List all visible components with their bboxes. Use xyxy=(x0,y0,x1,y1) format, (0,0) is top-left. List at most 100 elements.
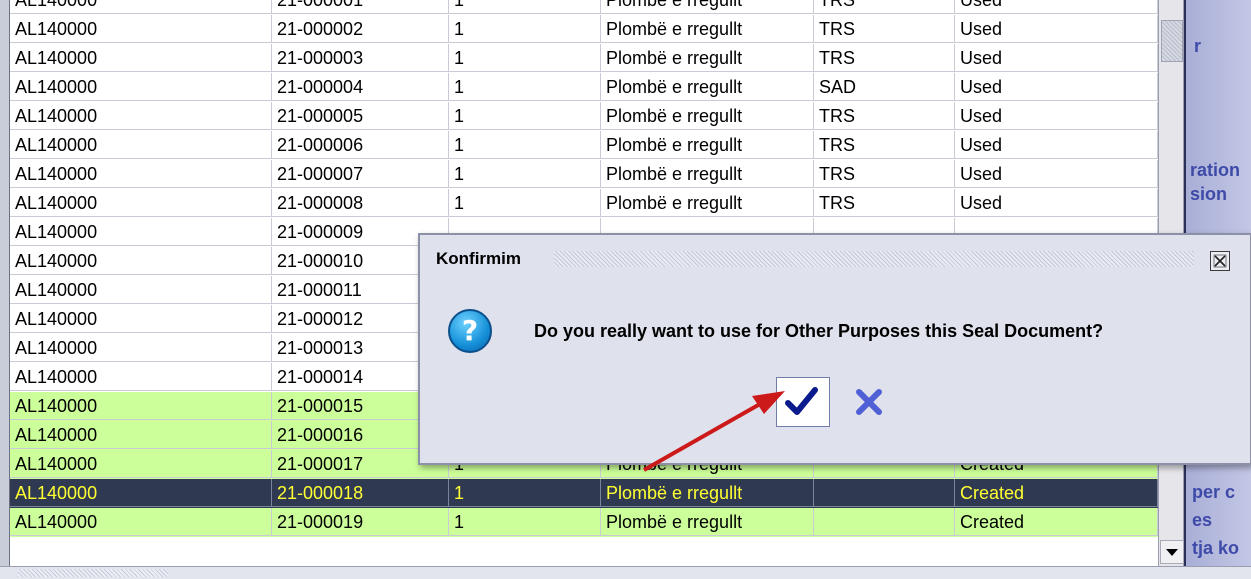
table-row[interactable]: AL140000 21-000018 1 Plombë e rregullt Creat… xyxy=(10,479,1158,508)
cancel-button[interactable] xyxy=(846,381,892,423)
table-row[interactable]: AL140000 21-000002 1 Plombë e rregullt TRS Us… xyxy=(10,15,1158,44)
question-icon: ? xyxy=(448,309,492,353)
panel-text: tja ko xyxy=(1192,538,1240,558)
table-cell: Plombë e rregullt xyxy=(601,0,814,14)
table-cell: TRS xyxy=(814,44,955,72)
table-cell: 21-000001 xyxy=(272,0,449,14)
table-cell: AL140000 xyxy=(10,305,272,333)
table-cell: 1 xyxy=(449,479,601,507)
table-cell: AL140000 xyxy=(10,15,272,43)
table-cell: 1 xyxy=(449,102,601,130)
table-cell: Plombë e rregullt xyxy=(601,479,814,507)
table-cell: TRS xyxy=(814,15,955,43)
table-cell: 21-000008 xyxy=(272,189,449,217)
scroll-down-button[interactable] xyxy=(1160,540,1184,564)
table-cell: AL140000 xyxy=(10,102,272,130)
scrollbar-thumb[interactable] xyxy=(1161,20,1183,62)
table-cell: 1 xyxy=(449,44,601,72)
table-cell xyxy=(814,479,955,507)
close-button[interactable] xyxy=(1210,251,1230,271)
table-cell: AL140000 xyxy=(10,218,272,246)
table-cell: 21-000005 xyxy=(272,102,449,130)
table-cell: 21-000007 xyxy=(272,160,449,188)
table-cell: AL140000 xyxy=(10,450,272,478)
table-cell: AL140000 xyxy=(10,0,272,14)
scrollbar-grip[interactable] xyxy=(18,569,168,577)
table-cell: AL140000 xyxy=(10,276,272,304)
table-cell: 21-000006 xyxy=(272,131,449,159)
table-cell: Used xyxy=(955,15,1158,43)
table-cell: 1 xyxy=(449,15,601,43)
table-cell: SAD xyxy=(814,73,955,101)
table-cell: TRS xyxy=(814,189,955,217)
dialog-title: Konfirmim xyxy=(436,239,531,279)
table-cell: 1 xyxy=(449,508,601,536)
table-cell: AL140000 xyxy=(10,421,272,449)
panel-text: sion xyxy=(1190,184,1228,204)
table-cell: 21-000018 xyxy=(272,479,449,507)
table-row[interactable]: AL140000 21-000019 1 Plombë e rregullt Creat… xyxy=(10,508,1158,537)
table-row[interactable]: AL140000 21-000004 1 Plombë e rregullt SAD Us… xyxy=(10,73,1158,102)
table-cell: AL140000 xyxy=(10,334,272,362)
table-cell: AL140000 xyxy=(10,131,272,159)
table-row[interactable]: AL140000 21-000001 1 Plombë e rregullt TRS Us… xyxy=(10,0,1158,15)
table-row[interactable]: AL140000 21-000007 1 Plombë e rregullt TRS Us… xyxy=(10,160,1158,189)
panel-text: ration xyxy=(1190,160,1241,180)
table-cell: AL140000 xyxy=(10,73,272,101)
table-cell: AL140000 xyxy=(10,44,272,72)
dialog-titlebar[interactable]: Konfirmim xyxy=(424,239,1242,279)
table-cell: 1 xyxy=(449,131,601,159)
table-cell: Used xyxy=(955,0,1158,14)
table-cell: AL140000 xyxy=(10,479,272,507)
table-cell: 21-000003 xyxy=(272,44,449,72)
table-cell: Used xyxy=(955,44,1158,72)
table-cell: Plombë e rregullt xyxy=(601,508,814,536)
table-cell: Plombë e rregullt xyxy=(601,73,814,101)
table-row[interactable]: AL140000 21-000005 1 Plombë e rregullt TRS Us… xyxy=(10,102,1158,131)
table-cell: 1 xyxy=(449,189,601,217)
table-cell: Plombë e rregullt xyxy=(601,131,814,159)
table-cell: Created xyxy=(955,508,1158,536)
table-cell: Plombë e rregullt xyxy=(601,189,814,217)
table-cell: AL140000 xyxy=(10,508,272,536)
table-cell: 21-000002 xyxy=(272,15,449,43)
table-row[interactable]: AL140000 21-000006 1 Plombë e rregullt TRS Us… xyxy=(10,131,1158,160)
confirm-button[interactable] xyxy=(776,377,830,427)
table-cell: TRS xyxy=(814,102,955,130)
table-cell: TRS xyxy=(814,0,955,14)
titlebar-pattern xyxy=(554,251,1194,267)
table-cell: AL140000 xyxy=(10,392,272,420)
table-cell: 1 xyxy=(449,73,601,101)
table-cell: Used xyxy=(955,160,1158,188)
chevron-down-icon xyxy=(1166,549,1178,556)
panel-text: per c xyxy=(1192,482,1236,502)
table-cell: Plombë e rregullt xyxy=(601,102,814,130)
table-cell: AL140000 xyxy=(10,189,272,217)
panel-text: es xyxy=(1192,510,1213,530)
table-cell: Used xyxy=(955,189,1158,217)
checkmark-icon xyxy=(785,387,818,415)
table-cell: 21-000019 xyxy=(272,508,449,536)
x-icon xyxy=(856,389,882,415)
table-cell: Used xyxy=(955,131,1158,159)
confirmation-dialog: Konfirmim ? Do you really want to use fo… xyxy=(418,233,1251,465)
table-cell: AL140000 xyxy=(10,363,272,391)
table-cell: 1 xyxy=(449,0,601,14)
table-cell: TRS xyxy=(814,160,955,188)
table-cell: 1 xyxy=(449,160,601,188)
table-cell: Created xyxy=(955,479,1158,507)
table-cell: Used xyxy=(955,73,1158,101)
table-cell: TRS xyxy=(814,131,955,159)
table-cell: 21-000004 xyxy=(272,73,449,101)
table-row[interactable]: AL140000 21-000008 1 Plombë e rregullt TRS Us… xyxy=(10,189,1158,218)
table-cell xyxy=(814,508,955,536)
dialog-message: Do you really want to use for Other Purp… xyxy=(534,321,1104,341)
table-cell: Plombë e rregullt xyxy=(601,15,814,43)
horizontal-scrollbar[interactable] xyxy=(0,566,1251,579)
table-row[interactable]: AL140000 21-000003 1 Plombë e rregullt TRS Us… xyxy=(10,44,1158,73)
table-cell: Used xyxy=(955,102,1158,130)
close-icon xyxy=(1213,254,1227,268)
table-cell: Plombë e rregullt xyxy=(601,44,814,72)
table-cell: Plombë e rregullt xyxy=(601,160,814,188)
panel-text: r xyxy=(1194,36,1202,56)
